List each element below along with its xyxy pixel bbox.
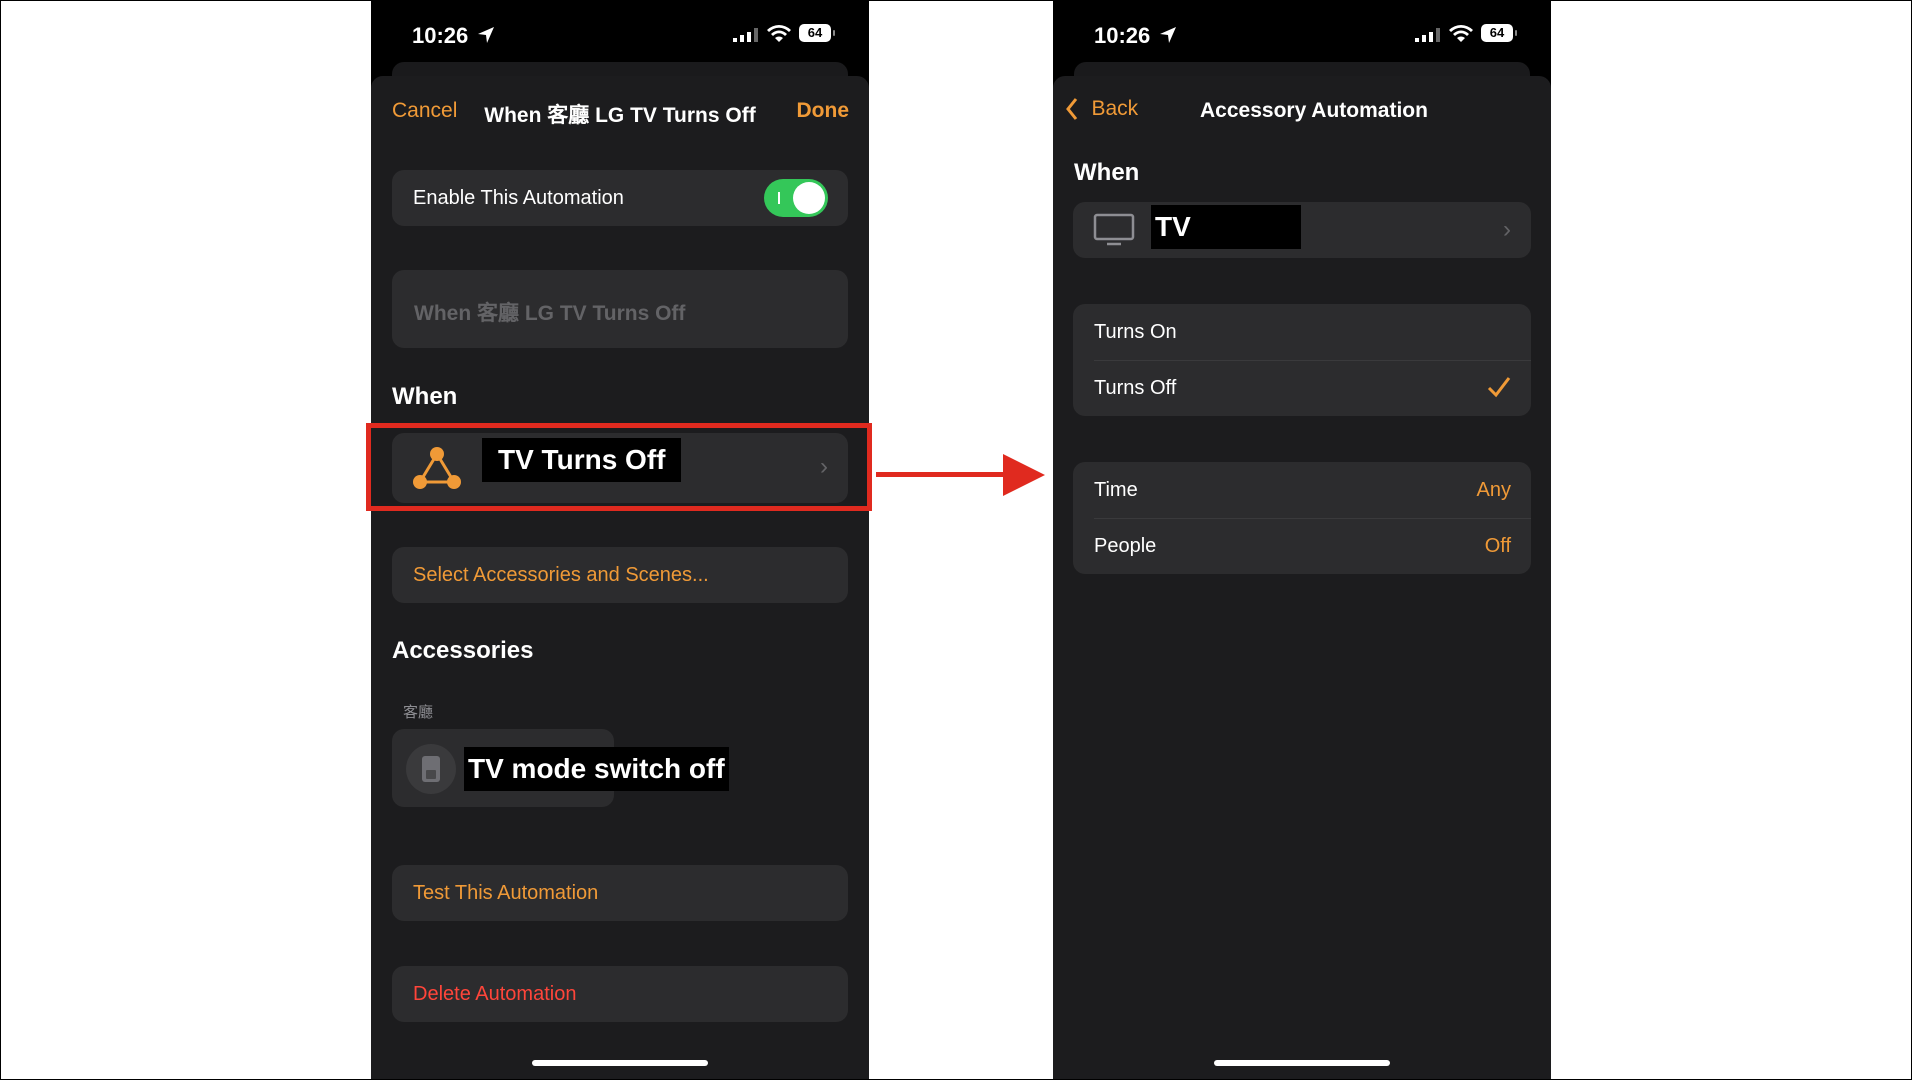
- state-options-list: Turns On Turns Off: [1073, 304, 1531, 416]
- status-time: 10:26: [1094, 23, 1151, 48]
- delete-automation-button[interactable]: Delete Automation: [392, 966, 848, 1022]
- condition-value: Off: [1484, 535, 1511, 557]
- option-label: Turns On: [1094, 321, 1177, 343]
- status-bar: 10:26 64: [371, 1, 869, 61]
- toggle-knob: [793, 182, 825, 214]
- cellular-signal-icon: [733, 28, 758, 42]
- cancel-button[interactable]: Cancel: [392, 99, 457, 123]
- device-label: TV: [1151, 205, 1301, 249]
- room-label: 客廳: [403, 704, 434, 721]
- arrow-right-icon: [1003, 454, 1045, 496]
- delete-automation-label: Delete Automation: [413, 983, 577, 1005]
- accessories-section-title: Accessories: [392, 637, 534, 664]
- home-indicator: [1214, 1060, 1390, 1066]
- condition-label: Time: [1094, 479, 1138, 501]
- option-turns-off[interactable]: Turns Off: [1073, 360, 1531, 416]
- back-button[interactable]: Back: [1065, 97, 1138, 121]
- condition-label: People: [1094, 535, 1157, 557]
- chevron-left-icon: [1066, 98, 1078, 120]
- annotation-arrow: [876, 472, 1006, 477]
- wifi-icon: [1449, 25, 1473, 42]
- accessory-label: TV mode switch off: [464, 747, 729, 791]
- device-row[interactable]: TV ›: [1073, 202, 1531, 258]
- screenshot-frame: [0, 0, 1912, 1080]
- enable-automation-toggle[interactable]: [764, 179, 828, 217]
- condition-value: Any: [1476, 479, 1511, 501]
- select-accessories-label: Select Accessories and Scenes...: [413, 564, 709, 586]
- home-indicator: [532, 1060, 708, 1066]
- automation-name-field[interactable]: When 客廳 LG TV Turns Off: [392, 270, 848, 348]
- battery-icon: 64: [799, 24, 835, 42]
- highlight-annotation-box: [366, 423, 872, 511]
- location-arrow-icon: [1160, 27, 1176, 43]
- location-arrow-icon: [478, 27, 494, 43]
- time-condition-row[interactable]: Time Any: [1073, 462, 1531, 518]
- status-time: 10:26: [412, 23, 469, 48]
- tv-icon: [1093, 213, 1135, 246]
- enable-automation-label: Enable This Automation: [413, 187, 624, 209]
- checkmark-icon: [1487, 377, 1511, 398]
- done-button[interactable]: Done: [797, 99, 850, 123]
- when-section-title: When: [392, 383, 458, 410]
- people-condition-row[interactable]: People Off: [1073, 518, 1531, 574]
- option-label: Turns Off: [1094, 377, 1177, 399]
- left-phone-screen: 10:26 64 When 客廳 LG TV Turns Off Cancel …: [371, 1, 869, 1079]
- automation-name-placeholder: When 客廳 LG TV Turns Off: [414, 302, 686, 325]
- right-phone-screen: 10:26 64 Accessory Automation Back When …: [1053, 1, 1551, 1079]
- test-automation-button[interactable]: Test This Automation: [392, 865, 848, 921]
- option-turns-on[interactable]: Turns On: [1073, 304, 1531, 360]
- nav-bar: Accessory Automation Back: [1053, 89, 1551, 133]
- cellular-signal-icon: [1415, 28, 1440, 42]
- nav-bar: When 客廳 LG TV Turns Off Cancel Done: [371, 89, 869, 133]
- conditions-list: Time Any People Off: [1073, 462, 1531, 574]
- toggle-on-indicator: [778, 192, 780, 204]
- when-section-title: When: [1074, 159, 1140, 186]
- wifi-icon: [767, 25, 791, 42]
- status-bar: 10:26 64: [1053, 1, 1551, 61]
- chevron-right-icon: ›: [1503, 216, 1511, 243]
- switch-icon: [406, 744, 456, 794]
- select-accessories-button[interactable]: Select Accessories and Scenes...: [392, 547, 848, 603]
- battery-icon: 64: [1481, 24, 1517, 42]
- test-automation-label: Test This Automation: [413, 882, 599, 904]
- back-label: Back: [1091, 97, 1139, 120]
- enable-automation-row: Enable This Automation: [392, 170, 848, 226]
